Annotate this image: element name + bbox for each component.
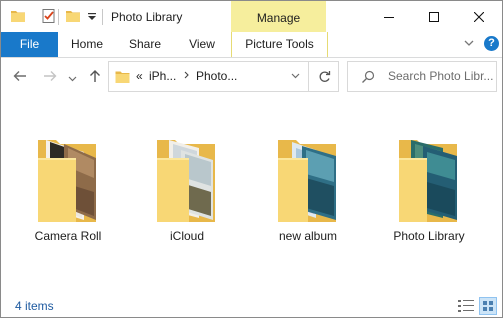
- item-count: 4 items: [15, 299, 54, 313]
- tab-share[interactable]: Share: [125, 32, 165, 57]
- back-arrow-icon[interactable]: [12, 68, 28, 87]
- tab-picture-tools[interactable]: Picture Tools: [232, 32, 327, 57]
- tab-manage[interactable]: Manage: [231, 1, 326, 32]
- folder-icon: [115, 70, 130, 87]
- address-bar[interactable]: « iPh... Photo...: [108, 61, 339, 92]
- help-button[interactable]: ?: [484, 36, 499, 51]
- window-title: Photo Library: [111, 10, 183, 24]
- folder-item[interactable]: Photo Library: [379, 134, 479, 254]
- status-bar: 4 items: [1, 295, 502, 317]
- ribbon-tabs: File Home Share View Picture Tools ?: [1, 32, 502, 58]
- details-view-icon[interactable]: [458, 299, 474, 316]
- refresh-icon: [319, 71, 330, 82]
- folder-icon: [10, 8, 26, 27]
- customize-toolbar-icon[interactable]: [87, 11, 97, 25]
- folder-item[interactable]: iCloud: [137, 134, 237, 254]
- refresh-button[interactable]: [308, 62, 339, 91]
- maximize-button[interactable]: [412, 1, 456, 32]
- minimize-icon: [384, 16, 394, 18]
- breadcrumb-photo-library[interactable]: Photo...: [196, 69, 237, 83]
- separator: [58, 9, 59, 25]
- search-input[interactable]: Search Photo Libr...: [388, 69, 493, 83]
- title-bar: Photo Library Manage: [1, 1, 502, 32]
- search-icon: [361, 70, 375, 87]
- close-icon: [474, 11, 484, 22]
- folder-label: new album: [278, 229, 338, 243]
- folder-item[interactable]: new album: [258, 134, 358, 254]
- expand-ribbon-icon[interactable]: [464, 37, 474, 51]
- folder-label: Photo Library: [393, 229, 465, 243]
- folder-photo-icon: [278, 140, 336, 222]
- breadcrumb-overflow[interactable]: «: [136, 69, 143, 83]
- navigation-bar: « iPh... Photo... Search Photo Libr...: [1, 58, 502, 96]
- tab-picture-tools-frame: Picture Tools: [231, 32, 328, 57]
- close-button[interactable]: [457, 1, 501, 32]
- large-icons-view-icon[interactable]: [479, 297, 497, 315]
- forward-arrow-icon[interactable]: [42, 68, 58, 87]
- tab-file[interactable]: File: [1, 32, 58, 57]
- folder-photo-icon: [38, 140, 96, 222]
- up-arrow-icon[interactable]: [87, 68, 103, 87]
- folder-label: iCloud: [169, 229, 205, 243]
- separator: [102, 9, 103, 25]
- new-folder-icon[interactable]: [65, 8, 81, 27]
- breadcrumb-iphone[interactable]: iPh...: [149, 69, 176, 83]
- maximize-icon: [429, 11, 439, 22]
- recent-locations-icon[interactable]: [68, 72, 77, 86]
- breadcrumb-separator-icon[interactable]: [184, 68, 190, 85]
- tab-view[interactable]: View: [182, 32, 222, 57]
- folder-label: Camera Roll: [34, 229, 102, 243]
- search-box[interactable]: Search Photo Libr...: [347, 61, 497, 92]
- minimize-button[interactable]: [367, 1, 411, 32]
- properties-icon[interactable]: [41, 8, 57, 27]
- address-dropdown-icon[interactable]: [291, 69, 300, 86]
- folder-photo-icon: [157, 140, 215, 222]
- explorer-window: Photo Library Manage File Home Share Vie…: [0, 0, 503, 318]
- file-view: Camera Roll iCloud new album Photo Libra…: [1, 96, 502, 291]
- folder-photo-icon: [399, 140, 457, 222]
- folder-item[interactable]: Camera Roll: [18, 134, 118, 254]
- tab-home[interactable]: Home: [67, 32, 107, 57]
